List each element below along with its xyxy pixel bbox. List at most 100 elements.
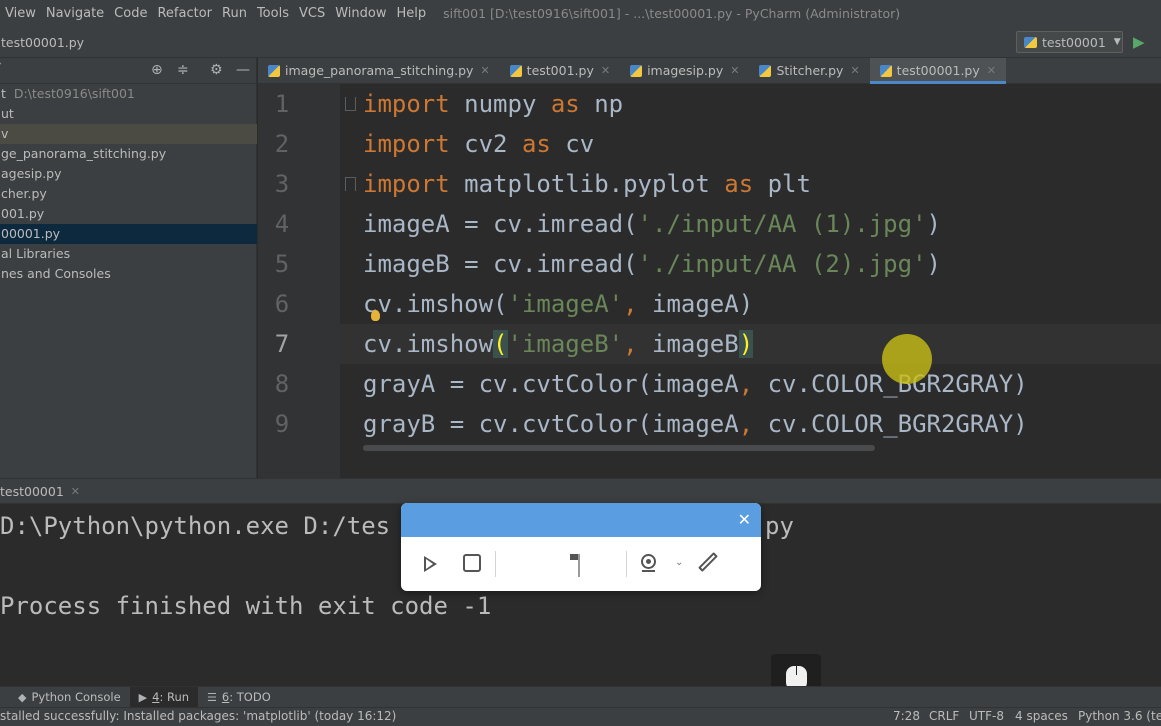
- menu-navigate[interactable]: Navigate: [41, 6, 109, 21]
- line-separator[interactable]: CRLF: [929, 709, 959, 723]
- lightbulb-icon[interactable]: [371, 310, 380, 321]
- tree-item-test00001[interactable]: 00001.py: [0, 224, 257, 244]
- menu-code[interactable]: Code: [109, 6, 152, 21]
- tree-item-venv[interactable]: v: [0, 124, 257, 144]
- chevron-down-icon[interactable]: ⌄: [675, 551, 683, 575]
- code-token: import: [363, 170, 450, 198]
- horizontal-scrollbar[interactable]: [363, 445, 875, 451]
- run-button[interactable]: ▶: [1133, 33, 1149, 51]
- code-line[interactable]: cv.imshow('imageA', imageA): [363, 284, 753, 324]
- code-token: as: [550, 90, 580, 118]
- menu-refactor[interactable]: Refactor: [152, 6, 217, 21]
- code-line[interactable]: imageA = cv.imread('./input/AA (1).jpg'): [363, 204, 941, 244]
- run-tab-test00001[interactable]: test00001: [0, 484, 64, 499]
- todo-tool-button[interactable]: ☰ 6: TODO: [198, 687, 280, 707]
- code-line[interactable]: grayB = cv.cvtColor(imageA, cv.COLOR_BGR…: [363, 404, 1028, 444]
- stop-icon[interactable]: [463, 554, 481, 572]
- gear-icon[interactable]: ⚙: [210, 62, 223, 78]
- code-line[interactable]: imageB = cv.imread('./input/AA (2).jpg'): [363, 244, 941, 284]
- tool-hotkey: 6: [221, 690, 230, 704]
- code-token: './input/AA (1).jpg': [637, 210, 927, 238]
- python-interpreter[interactable]: Python 3.6 (tes: [1078, 709, 1161, 723]
- caret-position[interactable]: 7:28: [893, 709, 920, 723]
- menu-help[interactable]: Help: [391, 6, 431, 21]
- pen-icon[interactable]: [697, 551, 719, 573]
- code-line[interactable]: import numpy as np: [363, 84, 623, 124]
- tab-image-panorama-stitching[interactable]: image_panorama_stitching.py ✕: [258, 58, 500, 83]
- tree-item-input[interactable]: ut: [0, 104, 257, 124]
- code-token: (: [493, 330, 508, 358]
- navigation-bar: test00001.py test00001 ▼ ▶: [0, 27, 1161, 58]
- fold-marker-icon[interactable]: [345, 97, 356, 111]
- tree-item-external-libraries[interactable]: al Libraries: [0, 244, 257, 264]
- tab-stitcher[interactable]: Stitcher.py ✕: [749, 58, 869, 83]
- code-token: ): [926, 250, 941, 278]
- code-line[interactable]: cv.imshow('imageB', imageB): [363, 324, 754, 364]
- tab-test001[interactable]: test001.py ✕: [500, 58, 620, 83]
- tab-imagesip[interactable]: imagesip.py ✕: [620, 58, 749, 83]
- menu-vcs[interactable]: VCS: [294, 6, 330, 21]
- tab-test00001[interactable]: test00001.py ✕: [869, 58, 1007, 84]
- play-icon[interactable]: [421, 555, 439, 573]
- close-icon[interactable]: ✕: [738, 510, 751, 530]
- code-token: numpy: [449, 90, 551, 118]
- file-encoding[interactable]: UTF-8: [969, 709, 1004, 723]
- code-token: ,: [623, 290, 652, 318]
- webcam-icon[interactable]: [639, 553, 659, 575]
- tree-item-test001[interactable]: 001.py: [0, 204, 257, 224]
- close-icon[interactable]: ✕: [71, 485, 80, 498]
- hide-panel-icon[interactable]: —: [236, 62, 250, 78]
- code-editor[interactable]: 123456789 import numpy as np import cv2 a…: [258, 84, 1161, 478]
- line-number: 6: [274, 290, 290, 318]
- menu-run[interactable]: Run: [217, 6, 252, 21]
- indent-setting[interactable]: 4 spaces: [1015, 709, 1068, 723]
- menu-window[interactable]: Window: [330, 6, 391, 21]
- collapse-all-icon[interactable]: ≑: [177, 62, 189, 78]
- run-configuration-select[interactable]: test00001 ▼: [1016, 31, 1123, 53]
- close-icon[interactable]: ✕: [730, 64, 739, 77]
- tool-hotkey: 4: [152, 690, 160, 704]
- collapse-arrow-icon[interactable]: ▾: [0, 60, 1, 71]
- code-token: 'imageB': [507, 330, 624, 358]
- status-message[interactable]: stalled successfully: Installed packages…: [0, 709, 396, 723]
- code-token: ,: [738, 370, 768, 398]
- code-token: grayB = cv.cvtColor(imageA: [363, 410, 739, 438]
- code-token: ): [926, 210, 941, 238]
- breadcrumb-file[interactable]: test00001.py: [1, 35, 84, 50]
- flag-icon[interactable]: [569, 551, 589, 579]
- play-icon: ▶: [1133, 33, 1145, 51]
- run-tool-header: test00001 ✕: [0, 478, 1161, 504]
- close-icon[interactable]: ✕: [987, 64, 996, 77]
- run-tool-button[interactable]: ▶ 4: Run: [129, 687, 199, 707]
- python-console-icon: ◆: [18, 690, 27, 704]
- recorder-title-bar[interactable]: ✕: [401, 503, 761, 537]
- tab-label: test001.py: [526, 63, 594, 78]
- tree-item-imagesip[interactable]: agesip.py: [0, 164, 257, 184]
- tree-item-root[interactable]: t D:\test0916\sift001: [0, 84, 257, 104]
- console-command-line: D:\Python\python.exe D:/tes: [0, 512, 391, 540]
- menu-view[interactable]: View: [0, 6, 41, 21]
- tool-label: : TODO: [229, 690, 271, 704]
- code-line[interactable]: import matplotlib.pyplot as plt: [363, 164, 811, 204]
- tab-label: test00001.py: [896, 63, 980, 78]
- line-number: 3: [274, 170, 290, 198]
- close-icon[interactable]: ✕: [850, 64, 859, 77]
- python-file-icon: [1024, 36, 1037, 48]
- line-number: 1: [274, 90, 290, 118]
- tree-item-image-panorama-stitching[interactable]: ge_panorama_stitching.py: [0, 144, 257, 164]
- python-console-button[interactable]: ◆ Python Console: [0, 687, 130, 707]
- status-bar: stalled successfully: Installed packages…: [0, 707, 1161, 726]
- locate-file-icon[interactable]: ⊕: [151, 62, 163, 78]
- code-token: as: [521, 130, 551, 158]
- tree-item-stitcher[interactable]: cher.py: [0, 184, 257, 204]
- code-token: cv.imshow: [363, 330, 494, 358]
- code-line[interactable]: import cv2 as cv: [363, 124, 594, 164]
- menu-tools[interactable]: Tools: [252, 6, 294, 21]
- close-icon[interactable]: ✕: [601, 64, 610, 77]
- tree-item-scratches-consoles[interactable]: nes and Consoles: [0, 264, 257, 284]
- close-icon[interactable]: ✕: [480, 64, 489, 77]
- python-file-icon: [630, 64, 643, 77]
- code-token: np: [579, 90, 624, 118]
- python-file-icon: [879, 64, 892, 77]
- fold-marker-icon[interactable]: [345, 177, 356, 191]
